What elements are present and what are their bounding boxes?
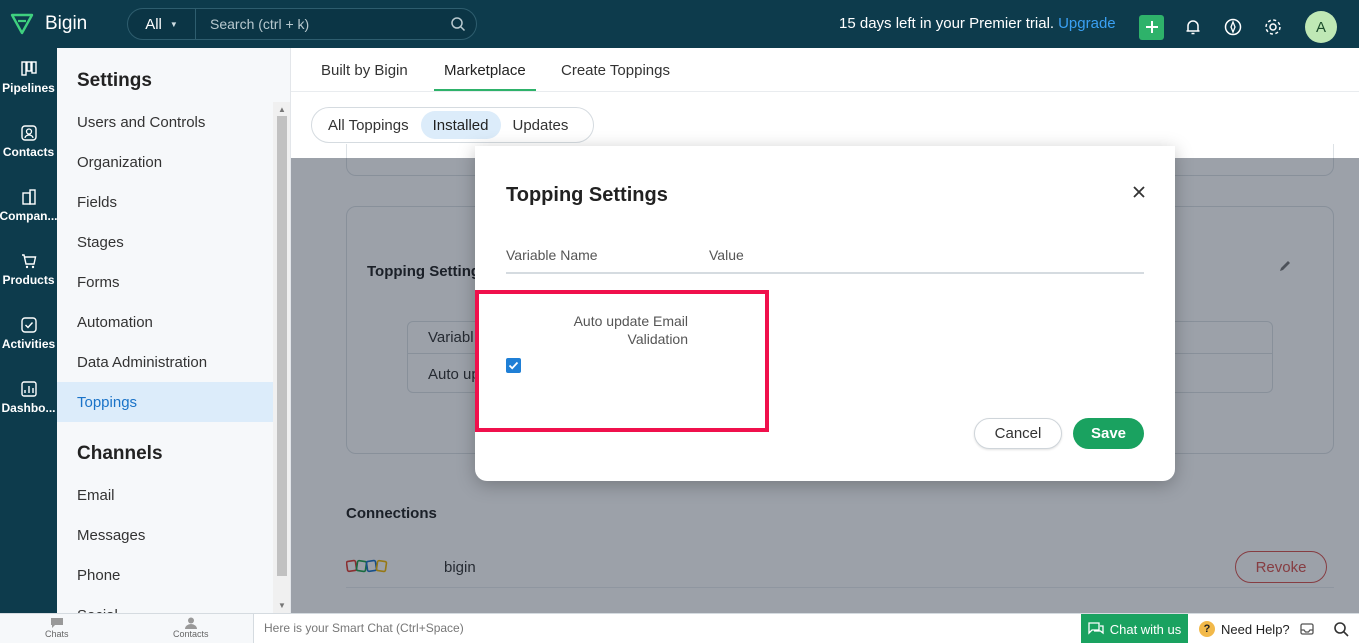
pipelines-icon — [20, 61, 37, 76]
search-input[interactable]: Search (ctrl + k) — [196, 16, 440, 32]
column-variable-name: Variable Name — [506, 247, 598, 263]
sidebar-item-toppings[interactable]: Toppings — [57, 382, 273, 422]
sidebar-item-email[interactable]: Email — [57, 475, 273, 515]
search-scope-dropdown[interactable]: All ▼ — [128, 9, 196, 39]
bigin-logo-icon — [10, 13, 34, 35]
chevron-down-icon: ▼ — [169, 19, 178, 29]
help-label: Need Help? — [1221, 621, 1290, 637]
nav-label: Contacts — [2, 145, 55, 159]
explore-button[interactable] — [1221, 15, 1245, 39]
sidebar-item-social[interactable]: Social — [57, 595, 273, 614]
app-logo[interactable]: Bigin — [0, 11, 126, 37]
sidebar-item-messages[interactable]: Messages — [57, 515, 273, 555]
sidebar-title: Settings — [77, 70, 152, 91]
bottom-tab-chats[interactable]: Chats — [45, 617, 69, 639]
contacts-icon — [20, 125, 37, 141]
dashboards-icon — [20, 381, 37, 397]
left-nav: Pipelines Contacts Compan... Products Ac… — [0, 48, 57, 613]
sidebar-scrollbar[interactable]: ▲ ▼ — [273, 102, 290, 613]
chat-with-us-button[interactable]: Chat with us — [1081, 614, 1188, 643]
bottom-bar: Chats Contacts Here is your Smart Chat (… — [0, 613, 1359, 643]
search-scope-label: All — [145, 15, 162, 33]
nav-label: Compan... — [0, 209, 57, 223]
modal-table-header: Variable Name Value — [506, 238, 1144, 274]
scroll-up-icon[interactable]: ▲ — [278, 105, 286, 114]
upgrade-link[interactable]: Upgrade — [1058, 15, 1116, 32]
sidebar-item-automation[interactable]: Automation — [57, 302, 273, 342]
sidebar-item-stages[interactable]: Stages — [57, 222, 273, 262]
add-button[interactable] — [1139, 14, 1164, 40]
notifications-button[interactable] — [1181, 15, 1205, 39]
tab-built-by-bigin[interactable]: Built by Bigin — [321, 62, 408, 79]
plus-icon — [1145, 21, 1158, 33]
nav-dashboards[interactable]: Dashbo... — [0, 368, 57, 432]
activities-icon — [20, 317, 37, 333]
sidebar-item-users-and-controls[interactable]: Users and Controls — [57, 102, 273, 142]
sidebar-item-forms[interactable]: Forms — [57, 262, 273, 302]
nav-label: Products — [2, 273, 55, 287]
smart-chat-input[interactable]: Here is your Smart Chat (Ctrl+Space) — [264, 621, 464, 635]
settings-button[interactable] — [1261, 15, 1285, 39]
sidebar-item-organization[interactable]: Organization — [57, 142, 273, 182]
bottom-tab-label: Contacts — [173, 629, 209, 639]
companies-icon — [21, 189, 36, 205]
topping-settings-modal: Topping Settings Variable Name Value Aut… — [475, 146, 1175, 481]
sidebar-item-fields[interactable]: Fields — [57, 182, 273, 222]
need-help-button[interactable]: ? Need Help? — [1199, 621, 1290, 637]
inbox-icon[interactable] — [1298, 620, 1316, 638]
products-icon — [21, 254, 36, 269]
help-icon: ? — [1199, 621, 1215, 637]
bottom-tab-contacts[interactable]: Contacts — [173, 617, 209, 639]
search-box: All ▼ Search (ctrl + k) — [127, 8, 477, 40]
chat-bubble-icon — [50, 618, 63, 628]
nav-contacts[interactable]: Contacts — [0, 112, 57, 176]
nav-label: Activities — [1, 337, 56, 351]
nav-companies[interactable]: Compan... — [0, 176, 57, 240]
chat-label: Chat with us — [1109, 621, 1182, 637]
column-value: Value — [709, 247, 744, 263]
bottom-tabs: Chats Contacts — [0, 614, 254, 643]
active-tab-indicator — [434, 89, 536, 91]
scrollbar-thumb[interactable] — [277, 116, 287, 576]
nav-products[interactable]: Products — [0, 240, 57, 304]
filter-updates[interactable]: Updates — [501, 111, 581, 139]
filter-all-toppings[interactable]: All Toppings — [316, 111, 421, 139]
bell-icon — [1186, 20, 1200, 35]
app-name: Bigin — [45, 13, 88, 34]
avatar[interactable]: A — [1305, 11, 1337, 43]
tab-create-toppings[interactable]: Create Toppings — [561, 62, 670, 79]
scroll-down-icon[interactable]: ▼ — [278, 601, 286, 610]
save-button[interactable]: Save — [1073, 418, 1144, 449]
highlight-box — [475, 290, 769, 432]
nav-pipelines[interactable]: Pipelines — [0, 48, 57, 112]
filter-installed[interactable]: Installed — [420, 111, 501, 139]
bottom-tab-label: Chats — [45, 629, 69, 639]
close-icon[interactable] — [1131, 184, 1147, 200]
gear-icon — [1265, 19, 1281, 35]
sidebar-item-phone[interactable]: Phone — [57, 555, 273, 595]
sidebar-item-data-administration[interactable]: Data Administration — [57, 342, 273, 382]
cancel-button[interactable]: Cancel — [974, 418, 1062, 449]
modal-title: Topping Settings — [506, 184, 668, 206]
person-icon — [184, 617, 197, 629]
search-icon[interactable] — [1332, 620, 1350, 638]
trial-text: 15 days left in your Premier trial. — [839, 15, 1055, 32]
nav-activities[interactable]: Activities — [0, 304, 57, 368]
toppings-tabs: Built by Bigin Marketplace Create Toppin… — [291, 48, 1359, 92]
settings-sidebar: Settings Users and Controls Organization… — [57, 48, 291, 613]
tab-marketplace[interactable]: Marketplace — [444, 62, 526, 79]
top-icons: A — [1139, 11, 1337, 43]
nav-label: Pipelines — [2, 81, 55, 95]
top-bar: Bigin All ▼ Search (ctrl + k) 15 days le… — [0, 0, 1359, 48]
filter-pills: All Toppings Installed Updates — [311, 107, 594, 143]
nav-label: Dashbo... — [1, 401, 56, 415]
trial-banner: 15 days left in your Premier trial. Upgra… — [839, 15, 1116, 32]
sidebar-section-channels: Channels — [77, 443, 163, 464]
search-icon[interactable] — [440, 16, 476, 32]
chat-icon — [1088, 622, 1104, 635]
compass-icon — [1224, 18, 1242, 36]
